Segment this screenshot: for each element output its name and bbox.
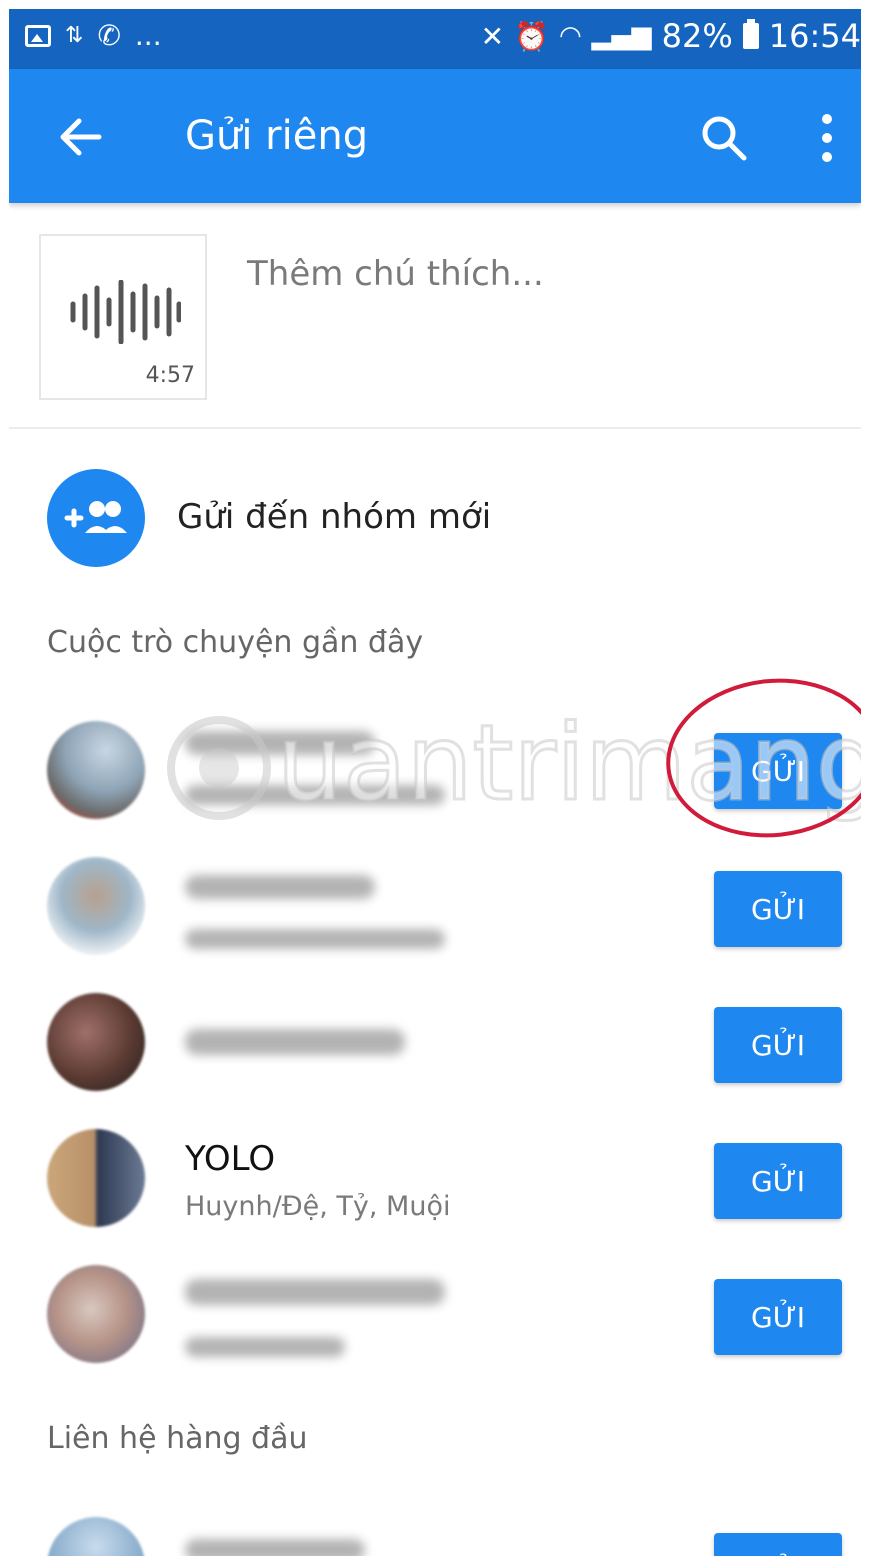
caption-input[interactable]: Thêm chú thích... xyxy=(247,254,544,294)
avatar xyxy=(47,857,145,955)
redacted-name xyxy=(185,1279,445,1305)
signal-icon: ▂▄▆ xyxy=(591,21,652,51)
wifi-icon: ◠ xyxy=(558,21,582,51)
status-bar: ⇅ ✆ ... ✕ ⏰ ◠ ▂▄▆ 82% 16:54 xyxy=(9,9,861,69)
section-top-contacts-title: Liên hệ hàng đầu xyxy=(47,1421,308,1456)
avatar xyxy=(47,993,145,1091)
status-right: ✕ ⏰ ◠ ▂▄▆ 82% 16:54 xyxy=(481,17,861,55)
audio-thumbnail[interactable]: 4:57 xyxy=(39,234,207,400)
avatar xyxy=(47,1517,145,1556)
mute-icon: ✕ xyxy=(480,19,505,53)
add-group-icon xyxy=(64,501,127,533)
conversation-row[interactable]: GỬI xyxy=(9,993,861,1103)
new-group-label: Gửi đến nhóm mới xyxy=(177,497,492,537)
screen: ⇅ ✆ ... ✕ ⏰ ◠ ▂▄▆ 82% 16:54 Gửi riêng 4:… xyxy=(9,9,861,1556)
conversation-row[interactable]: YOLO Huynh/Đệ, Tỷ, Muội GỬI xyxy=(9,1129,861,1239)
section-recent-title: Cuộc trò chuyện gần đây xyxy=(47,625,424,660)
alarm-icon: ⏰ xyxy=(514,19,549,53)
status-left: ⇅ ✆ ... xyxy=(25,19,162,52)
battery-icon xyxy=(742,19,759,49)
redacted-subtitle xyxy=(185,929,445,949)
clock: 16:54 xyxy=(768,17,861,55)
avatar xyxy=(47,1129,145,1227)
send-button[interactable]: GỬI xyxy=(714,1533,842,1556)
redacted-name xyxy=(185,875,375,899)
page-title: Gửi riêng xyxy=(185,113,369,159)
send-to-new-group[interactable]: Gửi đến nhóm mới xyxy=(47,469,647,569)
conversation-subtitle: Huynh/Đệ, Tỷ, Muội xyxy=(185,1191,451,1222)
audio-waveform-icon xyxy=(70,280,181,344)
more-vertical-icon[interactable] xyxy=(817,113,837,163)
avatar xyxy=(47,1265,145,1363)
conversation-name: YOLO xyxy=(185,1139,276,1179)
redacted-name xyxy=(185,1029,405,1055)
send-button[interactable]: GỬI xyxy=(714,1143,842,1219)
send-button[interactable]: GỬI xyxy=(714,1279,842,1355)
audio-duration: 4:57 xyxy=(145,363,195,388)
contact-row[interactable]: GỬI xyxy=(9,1517,861,1556)
send-button[interactable]: GỬI xyxy=(714,871,842,947)
notification-overflow: ... xyxy=(134,19,162,52)
arrow-left-icon[interactable] xyxy=(53,109,109,165)
avatar xyxy=(47,721,145,819)
redacted-name xyxy=(185,731,375,755)
divider xyxy=(9,427,861,429)
data-transfer-icon: ⇅ xyxy=(65,23,84,48)
gallery-icon xyxy=(25,24,51,47)
app-bar: Gửi riêng xyxy=(9,69,861,203)
redacted-name xyxy=(185,1539,365,1556)
send-button[interactable]: GỬI xyxy=(714,733,842,809)
redacted-subtitle xyxy=(185,1337,345,1357)
conversation-row[interactable]: GỬI xyxy=(9,857,861,967)
battery-percent: 82% xyxy=(661,17,733,55)
conversation-row[interactable]: GỬI xyxy=(9,1265,861,1375)
new-group-circle xyxy=(47,469,145,567)
search-icon[interactable] xyxy=(699,113,749,163)
send-button[interactable]: GỬI xyxy=(714,1007,842,1083)
viber-icon: ✆ xyxy=(97,19,121,52)
conversation-row[interactable]: GỬI xyxy=(9,721,861,831)
redacted-subtitle xyxy=(185,785,445,805)
